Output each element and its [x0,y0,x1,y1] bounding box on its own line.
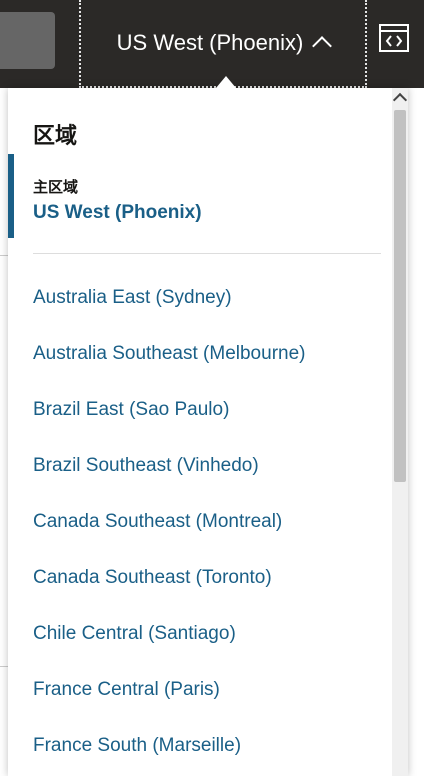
region-item-canada-montreal[interactable]: Canada Southeast (Montreal) [33,502,305,558]
region-item-brazil-east[interactable]: Brazil East (Sao Paulo) [33,390,305,446]
region-item-france-south[interactable]: France South (Marseille) [33,726,305,776]
home-region-marker [8,154,14,238]
region-item-chile-central[interactable]: Chile Central (Santiago) [33,614,305,670]
scrollbar[interactable] [392,88,408,776]
code-icon [379,24,409,52]
region-item-canada-toronto[interactable]: Canada Southeast (Toronto) [33,558,305,614]
dropdown-title: 区域 [33,123,78,148]
code-editor-button[interactable] [375,18,413,58]
top-bar: US West (Phoenix) [0,0,424,88]
divider [33,253,381,254]
region-selector-label: US West (Phoenix) [116,30,304,55]
region-selector-button[interactable]: US West (Phoenix) [79,0,367,88]
region-item-brazil-southeast[interactable]: Brazil Southeast (Vinhedo) [33,446,305,502]
region-dropdown: 区域 主区域 US West (Phoenix) Australia East … [8,88,408,776]
chevron-up-icon [312,36,333,56]
region-list: Australia East (Sydney) Australia Southe… [33,278,305,776]
dropdown-caret [216,76,236,88]
background-divider [0,666,8,667]
region-item-australia-southeast[interactable]: Australia Southeast (Melbourne) [33,334,305,390]
background-divider [0,255,8,256]
chevron-up-icon [392,92,408,108]
region-item-france-central[interactable]: France Central (Paris) [33,670,305,726]
search-field[interactable] [0,12,55,69]
scrollbar-thumb[interactable] [394,110,406,482]
region-item-australia-east[interactable]: Australia East (Sydney) [33,278,305,334]
home-region-link[interactable]: US West (Phoenix) [33,202,202,224]
home-region-label: 主区域 [33,179,79,196]
scroll-up-button[interactable] [392,88,408,108]
